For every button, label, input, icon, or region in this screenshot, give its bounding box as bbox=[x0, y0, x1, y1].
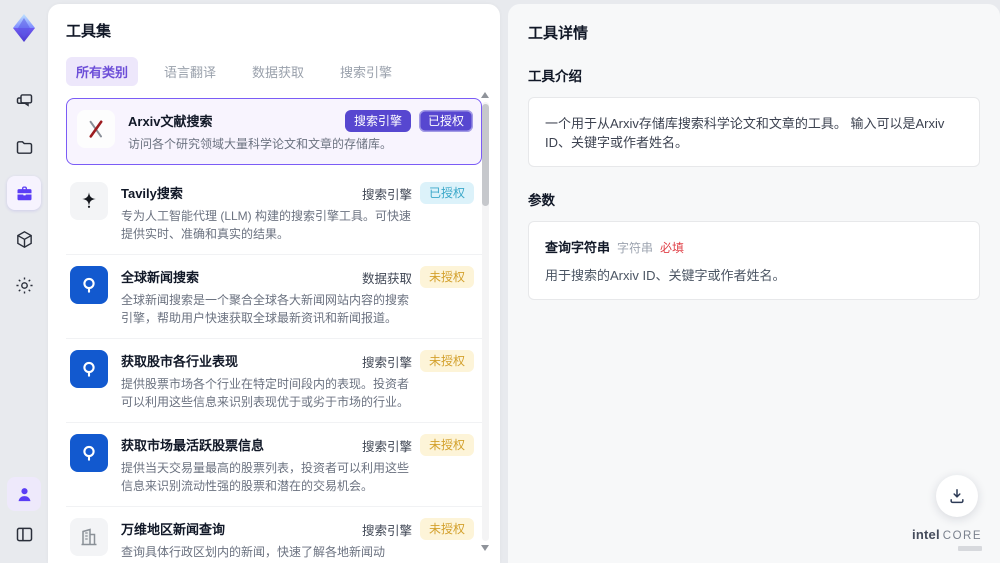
param-required-flag: 必填 bbox=[660, 241, 685, 255]
tab-search-engine[interactable]: 搜索引擎 bbox=[330, 57, 402, 86]
download-icon bbox=[950, 489, 964, 504]
arxiv-logo-icon bbox=[89, 120, 103, 138]
tool-description: 专为人工智能代理 (LLM) 构建的搜索引擎工具。可快速提供实时、准确和真实的结… bbox=[121, 209, 412, 241]
tool-card-arxiv[interactable]: Arxiv文献搜索 访问各个研究领域大量科学论文和文章的存储库。 搜索引擎 已授… bbox=[66, 98, 482, 165]
tool-description: 访问各个研究领域大量科学论文和文章的存储库。 bbox=[128, 137, 393, 151]
app-root: 工具集 所有类别 语言翻译 数据获取 搜索引擎 Arxiv文献搜索 访问各个研究… bbox=[0, 0, 1000, 563]
tool-list-panel: 工具集 所有类别 语言翻译 数据获取 搜索引擎 Arxiv文献搜索 访问各个研究… bbox=[48, 4, 500, 563]
tab-data-fetch[interactable]: 数据获取 bbox=[242, 57, 314, 86]
auth-status-badge: 未授权 bbox=[419, 518, 474, 541]
sidebar-item-chat[interactable] bbox=[7, 84, 41, 118]
sidebar-item-settings[interactable] bbox=[7, 268, 41, 302]
scrollbar-thumb[interactable] bbox=[482, 104, 489, 206]
cube-icon bbox=[16, 230, 32, 248]
download-button[interactable] bbox=[936, 475, 978, 517]
category-label: 搜索引擎 bbox=[361, 439, 412, 454]
tool-detail-panel: 工具详情 工具介绍 一个用于从Arxiv存储库搜索科学论文和文章的工具。 输入可… bbox=[508, 4, 1000, 563]
tool-name: 万维地区新闻查询 bbox=[121, 522, 226, 537]
sidebar-item-plugins[interactable] bbox=[7, 222, 41, 256]
app-logo bbox=[13, 14, 35, 42]
sidebar-item-panel-toggle[interactable] bbox=[7, 517, 41, 551]
tool-list: Arxiv文献搜索 访问各个研究领域大量科学论文和文章的存储库。 搜索引擎 已授… bbox=[66, 98, 482, 563]
auth-status-badge: 已授权 bbox=[419, 182, 474, 205]
list-scrollbar[interactable] bbox=[481, 92, 490, 551]
category-label: 数据获取 bbox=[361, 271, 412, 286]
intro-heading: 工具介绍 bbox=[528, 69, 582, 84]
tab-all-categories[interactable]: 所有类别 bbox=[66, 57, 139, 86]
blue-search-icon bbox=[83, 277, 95, 293]
tool-card-regional-news[interactable]: 万维地区新闻查询 查询具体行政区划内的新闻，快速了解各地新闻动 搜索引擎 未授权 bbox=[66, 507, 482, 563]
category-badge: 搜索引擎 bbox=[344, 110, 411, 133]
param-box: 查询字符串 字符串 必填 用于搜索的Arxiv ID、关键字或作者姓名。 bbox=[528, 221, 980, 300]
scroll-up-arrow-icon[interactable] bbox=[481, 92, 489, 98]
tool-card-sector-performance[interactable]: 获取股市各行业表现 提供股票市场各个行业在特定时间段内的表现。投资者可以利用这些… bbox=[66, 339, 482, 423]
param-description: 用于搜索的Arxiv ID、关键字或作者姓名。 bbox=[545, 268, 786, 283]
blue-search-icon bbox=[83, 445, 95, 461]
intel-brand-text: intel bbox=[912, 527, 940, 542]
category-label: 搜索引擎 bbox=[361, 187, 412, 202]
tool-description: 提供当天交易量最高的股票列表，投资者可以利用这些信息来识别流动性强的股票和潜在的… bbox=[121, 461, 410, 493]
category-tabs: 所有类别 语言翻译 数据获取 搜索引擎 bbox=[66, 57, 482, 86]
user-icon bbox=[18, 487, 30, 501]
auth-status-badge: 未授权 bbox=[419, 434, 474, 457]
auth-status-badge: 未授权 bbox=[419, 350, 474, 373]
category-label: 搜索引擎 bbox=[361, 355, 412, 370]
intel-core-logo: intel CORE bbox=[912, 527, 982, 551]
sidebar-item-files[interactable] bbox=[7, 130, 41, 164]
tool-card-most-active-stocks[interactable]: 获取市场最活跃股票信息 提供当天交易量最高的股票列表，投资者可以利用这些信息来识… bbox=[66, 423, 482, 507]
page-title: 工具集 bbox=[66, 23, 112, 40]
category-label: 搜索引擎 bbox=[361, 523, 412, 538]
building-icon bbox=[81, 528, 97, 546]
brand-sub-badge bbox=[958, 546, 982, 551]
blue-search-icon bbox=[83, 361, 95, 377]
chat-icon bbox=[16, 93, 32, 107]
intro-box: 一个用于从Arxiv存储库搜索科学论文和文章的工具。 输入可以是Arxiv ID… bbox=[528, 97, 980, 167]
sidebar-item-tools[interactable] bbox=[7, 176, 41, 210]
panel-toggle-icon bbox=[16, 527, 32, 541]
sidebar bbox=[0, 0, 48, 563]
sidebar-item-user[interactable] bbox=[7, 477, 41, 511]
tool-description: 全球新闻搜索是一个聚合全球各大新闻网站内容的搜索引擎，帮助用户快速获取全球最新资… bbox=[121, 293, 410, 325]
tool-card-tavily[interactable]: Tavily搜索 专为人工智能代理 (LLM) 构建的搜索引擎工具。可快速提供实… bbox=[66, 171, 482, 255]
tab-language-translation[interactable]: 语言翻译 bbox=[154, 57, 226, 86]
param-type: 字符串 bbox=[617, 241, 654, 255]
core-brand-text: CORE bbox=[942, 530, 982, 542]
auth-status-badge: 未授权 bbox=[419, 266, 474, 289]
param-name: 查询字符串 bbox=[545, 240, 611, 255]
scroll-down-arrow-icon[interactable] bbox=[481, 545, 489, 551]
tool-description: 提供股票市场各个行业在特定时间段内的表现。投资者可以利用这些信息来识别表现优于或… bbox=[121, 377, 410, 409]
params-heading: 参数 bbox=[528, 193, 555, 208]
sparkle-icon bbox=[82, 192, 96, 208]
detail-title: 工具详情 bbox=[528, 25, 589, 42]
auth-status-badge: 已授权 bbox=[418, 110, 473, 133]
gear-icon bbox=[15, 276, 33, 294]
folder-icon bbox=[16, 140, 32, 154]
tool-card-global-news[interactable]: 全球新闻搜索 全球新闻搜索是一个聚合全球各大新闻网站内容的搜索引擎，帮助用户快速… bbox=[66, 255, 482, 339]
briefcase-icon bbox=[17, 186, 31, 200]
tool-description: 查询具体行政区划内的新闻，快速了解各地新闻动 bbox=[121, 545, 386, 559]
